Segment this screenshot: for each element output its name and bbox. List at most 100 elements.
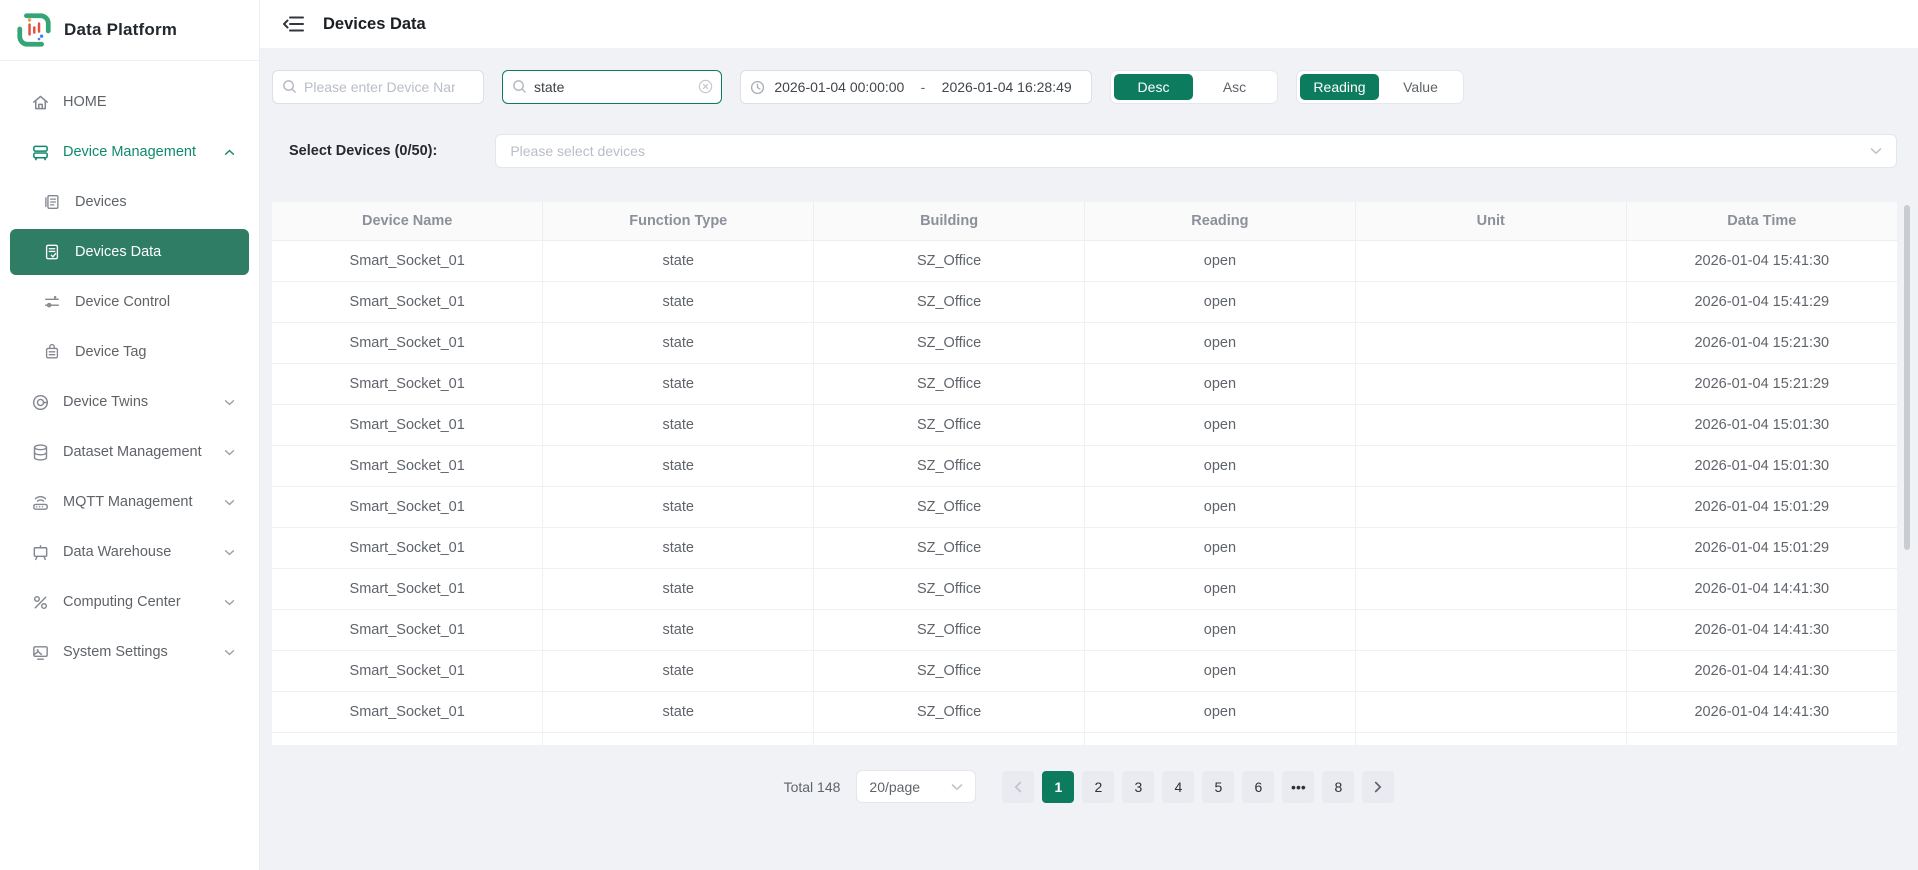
cell-function-type: state (542, 445, 815, 487)
cell-device-name: Smart_Socket_01 (272, 445, 544, 487)
cell-function-type: state (542, 322, 815, 364)
sidebar-item-computing-center[interactable]: Computing Center (0, 577, 259, 627)
sidebar-item-device-control[interactable]: Device Control (0, 277, 259, 327)
vertical-scrollbar-thumb[interactable] (1904, 205, 1910, 550)
cell-unit (1355, 691, 1627, 733)
function-search-input[interactable] (502, 70, 722, 104)
twins-icon (30, 392, 50, 412)
table-row: Smart_Socket_01 state SZ_Office open 202… (272, 527, 1897, 569)
sidebar-item-devices-data[interactable]: Devices Data (10, 229, 249, 275)
sidebar-item-home[interactable]: HOME (0, 77, 259, 127)
cell-device-name: Smart_Socket_01 (272, 568, 544, 610)
more-pages-button[interactable]: ••• (1282, 770, 1315, 803)
prev-page-button[interactable] (1002, 770, 1035, 803)
table-row: Smart_Socket_01 state SZ_Office open 202… (272, 322, 1897, 364)
sidebar-item-device-management[interactable]: Device Management (0, 127, 259, 177)
cell-reading: open (1084, 732, 1356, 745)
cell-data-time: 2026-01-04 15:21:29 (1626, 363, 1897, 405)
device-name-input[interactable] (272, 70, 484, 104)
table-row: Smart_Socket_01 state SZ_Office open 202… (272, 568, 1897, 610)
cell-unit (1355, 650, 1627, 692)
cell-unit (1355, 486, 1627, 528)
cell-reading: open (1084, 322, 1356, 364)
cell-reading: open (1084, 404, 1356, 446)
app-title: Data Platform (64, 20, 178, 39)
date-end-value: 2026-01-04 16:28:49 (941, 79, 1072, 95)
cell-function-type: state (542, 568, 815, 610)
sidebar-item-label: Device Control (75, 294, 171, 310)
cell-function-type: state (542, 527, 815, 569)
menu-fold-icon[interactable] (283, 15, 305, 33)
sidebar-item-label: Computing Center (63, 594, 181, 610)
chevron-down-icon (224, 649, 235, 656)
sort-asc-button[interactable]: Asc (1195, 74, 1274, 100)
cell-unit (1355, 527, 1627, 569)
cell-reading: open (1084, 281, 1356, 323)
sidebar-item-device-twins[interactable]: Device Twins (0, 377, 259, 427)
chevron-down-icon (224, 549, 235, 556)
cell-device-name: Smart_Socket_01 (272, 732, 544, 745)
cell-reading: open (1084, 445, 1356, 487)
filters-row: 2026-01-04 00:00:00 - 2026-01-04 16:28:4… (272, 70, 1897, 104)
page-button-5[interactable]: 5 (1202, 770, 1235, 803)
cell-building: SZ_Office (813, 609, 1085, 651)
cell-reading: open (1084, 486, 1356, 528)
cell-reading: open (1084, 568, 1356, 610)
sort-desc-button[interactable]: Desc (1114, 74, 1193, 100)
cell-data-time: 2026-01-04 14:21:30 (1626, 732, 1897, 745)
page-button-2[interactable]: 2 (1082, 770, 1115, 803)
sidebar-item-device-tag[interactable]: Device Tag (0, 327, 259, 377)
cell-data-time: 2026-01-04 14:41:30 (1626, 568, 1897, 610)
sidebar-item-label: Device Tag (75, 344, 147, 360)
page-size-select[interactable]: 20/page (856, 770, 977, 803)
sidebar-item-label: HOME (63, 94, 107, 110)
chevron-down-icon (951, 783, 963, 791)
sidebar-item-label: Data Warehouse (63, 544, 172, 560)
sidebar-item-devices[interactable]: Devices (0, 177, 259, 227)
mode-value-button[interactable]: Value (1381, 74, 1460, 100)
page-button-8[interactable]: 8 (1322, 770, 1355, 803)
sidebar: Data Platform HOME Device Management Dev… (0, 0, 260, 870)
select-devices-dropdown[interactable]: Please select devices (495, 134, 1897, 168)
sidebar-item-system-settings[interactable]: System Settings (0, 627, 259, 677)
cell-device-name: Smart_Socket_01 (272, 404, 544, 446)
content-area: 2026-01-04 00:00:00 - 2026-01-04 16:28:4… (260, 49, 1918, 870)
date-range-picker[interactable]: 2026-01-04 00:00:00 - 2026-01-04 16:28:4… (740, 70, 1092, 104)
chevron-up-icon (224, 149, 235, 156)
cell-function-type: state (542, 732, 815, 745)
cell-unit (1355, 732, 1627, 745)
server-icon (30, 142, 50, 162)
cell-function-type: state (542, 609, 815, 651)
cell-building: SZ_Office (813, 486, 1085, 528)
table-row: Smart_Socket_01 state SZ_Office open 202… (272, 363, 1897, 405)
cell-building: SZ_Office (813, 322, 1085, 364)
clear-icon[interactable] (698, 79, 713, 94)
sidebar-item-dataset-management[interactable]: Dataset Management (0, 427, 259, 477)
cell-data-time: 2026-01-04 15:41:29 (1626, 281, 1897, 323)
next-page-button[interactable] (1362, 770, 1395, 803)
page-button-4[interactable]: 4 (1162, 770, 1195, 803)
function-search (502, 70, 722, 104)
cell-function-type: state (542, 240, 815, 282)
chevron-down-icon (224, 399, 235, 406)
page-button-3[interactable]: 3 (1122, 770, 1155, 803)
chevron-down-icon (224, 599, 235, 606)
table-row: Smart_Socket_01 state SZ_Office open 202… (272, 486, 1897, 528)
cell-building: SZ_Office (813, 363, 1085, 405)
brand-header: Data Platform (0, 0, 259, 61)
sidebar-item-mqtt-management[interactable]: MQTT Management (0, 477, 259, 527)
sidebar-item-data-warehouse[interactable]: Data Warehouse (0, 527, 259, 577)
select-devices-placeholder: Please select devices (510, 143, 645, 159)
clipboard-list-icon (42, 192, 62, 212)
cell-unit (1355, 322, 1627, 364)
page-button-6[interactable]: 6 (1242, 770, 1275, 803)
monitor-icon (30, 642, 50, 662)
sidebar-item-label: MQTT Management (63, 494, 193, 510)
cell-device-name: Smart_Socket_01 (272, 527, 544, 569)
page-button-1[interactable]: 1 (1042, 770, 1075, 803)
sidebar-item-label: Devices (75, 194, 127, 210)
page-size-value: 20/page (869, 778, 921, 795)
mode-reading-button[interactable]: Reading (1300, 74, 1379, 100)
sidebar-item-label: Dataset Management (63, 444, 202, 460)
main-area: Devices Data Please enter Device Name st… (260, 0, 1918, 870)
